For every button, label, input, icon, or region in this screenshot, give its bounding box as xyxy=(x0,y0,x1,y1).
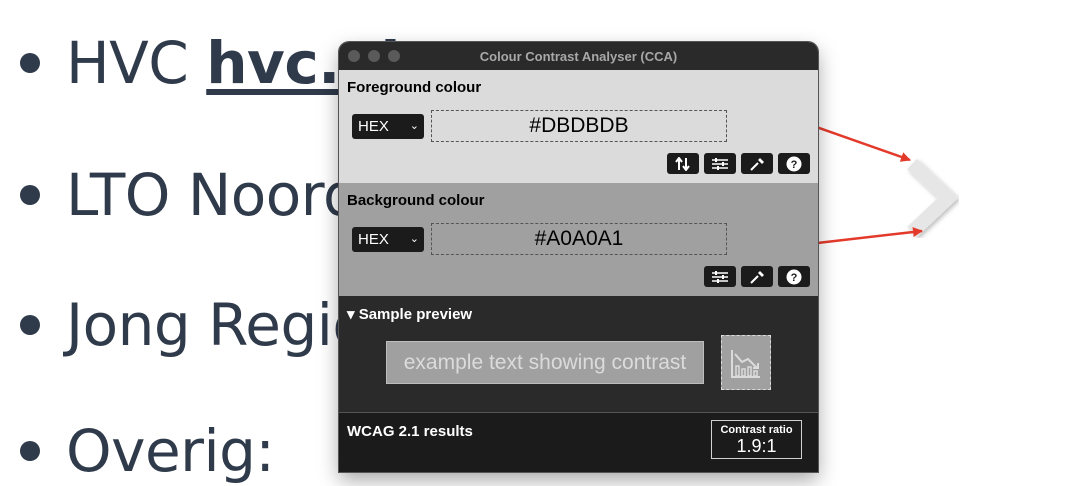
chevron-down-icon: ⌄ xyxy=(409,120,419,132)
bullet-dot xyxy=(20,53,40,73)
foreground-toolbar: ? xyxy=(667,153,810,174)
foreground-format-value: HEX xyxy=(358,118,389,135)
foreground-section: Foreground colour HEX ⌄ #DBDBDB ? xyxy=(339,70,818,183)
slide-bullet-item: Overig: xyxy=(20,416,275,486)
zoom-window-button[interactable] xyxy=(388,50,400,62)
close-window-button[interactable] xyxy=(348,50,360,62)
eyedropper-icon xyxy=(750,270,764,284)
slide-bullet-item: Jong Regio xyxy=(20,290,368,360)
background-section: Background colour HEX ⌄ #A0A0A1 ? xyxy=(339,183,818,296)
slide-item-text: Jong Regio xyxy=(66,291,368,359)
sample-preview-toggle[interactable]: ▾ Sample preview xyxy=(347,305,472,323)
background-format-select[interactable]: HEX ⌄ xyxy=(352,227,424,252)
swap-colours-button[interactable] xyxy=(667,153,699,174)
wcag-results-section: WCAG 2.1 results Contrast ratio 1.9:1 xyxy=(339,412,818,472)
svg-text:?: ? xyxy=(791,272,798,284)
background-help-button[interactable]: ? xyxy=(778,266,810,287)
foreground-eyedropper-button[interactable] xyxy=(741,153,773,174)
bullet-dot xyxy=(20,315,40,335)
contrast-ratio-box: Contrast ratio 1.9:1 xyxy=(711,420,802,459)
window-controls xyxy=(348,50,400,62)
chevron-down-icon: ⌄ xyxy=(409,233,419,245)
window-titlebar[interactable]: Colour Contrast Analyser (CCA) xyxy=(339,42,818,70)
swap-arrows-icon xyxy=(675,156,690,171)
background-sliders-button[interactable] xyxy=(704,266,736,287)
foreground-help-button[interactable]: ? xyxy=(778,153,810,174)
minimize-window-button[interactable] xyxy=(368,50,380,62)
contrast-ratio-label: Contrast ratio xyxy=(720,424,793,436)
foreground-hex-input[interactable]: #DBDBDB xyxy=(431,110,727,142)
background-format-value: HEX xyxy=(358,231,389,248)
foreground-sliders-button[interactable] xyxy=(704,153,736,174)
background-heading: Background colour xyxy=(347,192,485,209)
wcag-results-heading: WCAG 2.1 results xyxy=(347,423,473,440)
sample-text-preview: example text showing contrast xyxy=(386,341,704,384)
background-toolbar: ? xyxy=(704,266,810,287)
sample-graphic-preview xyxy=(721,335,771,390)
chart-trend-down-icon xyxy=(731,349,760,378)
bullet-dot xyxy=(20,185,40,205)
eyedropper-icon xyxy=(750,157,764,171)
sliders-icon xyxy=(712,157,728,170)
sample-preview-section: ▾ Sample preview example text showing co… xyxy=(339,296,818,412)
slide-item-prefix: HVC xyxy=(66,29,207,97)
window-title: Colour Contrast Analyser (CCA) xyxy=(479,48,678,64)
foreground-heading: Foreground colour xyxy=(347,79,482,96)
help-icon: ? xyxy=(786,156,802,171)
svg-text:?: ? xyxy=(791,159,798,171)
cca-window: Colour Contrast Analyser (CCA) Foregroun… xyxy=(339,42,818,472)
foreground-format-select[interactable]: HEX ⌄ xyxy=(352,114,424,139)
contrast-ratio-value: 1.9:1 xyxy=(736,436,777,456)
help-icon: ? xyxy=(786,269,802,284)
next-slide-chevron-icon[interactable] xyxy=(900,158,966,238)
slide-bullet-item: LTO Noord xyxy=(20,160,360,230)
slide-item-text: Overig: xyxy=(66,417,275,485)
sliders-icon xyxy=(712,270,728,283)
background-eyedropper-button[interactable] xyxy=(741,266,773,287)
bullet-dot xyxy=(20,441,40,461)
slide-item-text: LTO Noord xyxy=(66,161,360,229)
background-hex-input[interactable]: #A0A0A1 xyxy=(431,223,727,255)
